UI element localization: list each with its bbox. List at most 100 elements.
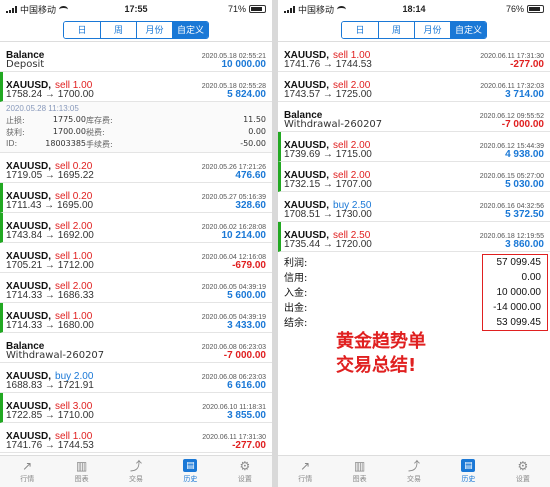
trade-row[interactable]: XAUUSD, sell 0.20 2020.05.27 05:16:39 1711.… [0, 183, 272, 213]
balance-description: Withdrawal-260207 [284, 119, 383, 130]
balance-row[interactable]: Balance 2020.06.12 09:55:52 Withdrawal-260… [278, 102, 550, 132]
tab-label: 设置 [515, 475, 530, 483]
price-range: 1741.76 → 1744.53 [6, 440, 94, 451]
profit-value: 3 714.00 [505, 89, 544, 100]
trade-row[interactable]: XAUUSD, sell 2.00 2020.06.15 05:27:00 1732.… [278, 162, 550, 192]
trade-row[interactable]: XAUUSD, sell 2.00 2020.06.05 04:39:19 1714.… [0, 273, 272, 303]
segment-3[interactable]: 自定义 [450, 21, 486, 38]
price-range: 1719.05 → 1695.22 [6, 170, 94, 181]
tab-trade[interactable]: ⤴ 交易 [109, 456, 163, 487]
balance-description: Withdrawal-260207 [6, 350, 105, 361]
history-list[interactable]: Balance 2020.05.18 02:55:21 Deposit 10 000.… [0, 42, 272, 455]
segment-2[interactable]: 月份 [414, 21, 450, 38]
row-body: 1711.43 → 1695.00 328.60 [6, 200, 266, 211]
trade-row[interactable]: XAUUSD, sell 1.00 2020.05.18 02:55:28 1758.… [0, 72, 272, 102]
tab-chart[interactable]: ▥ 图表 [332, 456, 386, 487]
segment-2[interactable]: 月份 [136, 21, 172, 38]
period-segment-bar: 日周月份 自定义 [0, 18, 272, 42]
detail-key: 手续费: [86, 140, 113, 149]
trade-row[interactable]: XAUUSD, sell 2.00 2020.06.02 16:28:08 1743.… [0, 213, 272, 243]
profit-value: -277.00 [232, 440, 266, 451]
row-header: XAUUSD, sell 0.20 2020.05.26 17:21:26 [6, 156, 266, 172]
summary-value-text: 0.00 [521, 272, 541, 283]
battery-percent: 76% [505, 4, 524, 14]
trade-row[interactable]: XAUUSD, sell 1.00 2020.06.11 17:31:30 1741.… [0, 423, 272, 453]
trade-row[interactable]: XAUUSD, sell 2.00 2020.06.12 15:44:39 1739.… [278, 132, 550, 162]
trade-row[interactable]: XAUUSD, sell 1.00 2020.06.04 12:16:08 1705.… [0, 243, 272, 273]
balance-row[interactable]: Balance 2020.05.18 02:55:21 Deposit 10 000.… [0, 42, 272, 72]
period-segment-bar: 日周月份 自定义 [278, 18, 550, 42]
segment-0[interactable]: 日 [342, 21, 378, 38]
row-header: XAUUSD, sell 2.00 2020.06.15 05:27:00 [284, 165, 544, 181]
row-header: XAUUSD, sell 3.00 2020.06.10 11:18:31 [6, 396, 266, 412]
tab-quotes[interactable]: ↗ 行情 [0, 456, 54, 487]
profit-value: 476.60 [235, 170, 266, 181]
status-bar: 中国移动 17:55 71% [0, 0, 272, 18]
balance-row[interactable]: Balance 2020.06.08 06:23:03 Withdrawal-260… [0, 333, 272, 363]
summary-label: 入金: [278, 284, 313, 299]
row-header: XAUUSD, sell 2.50 2020.06.18 12:19:55 [284, 225, 544, 241]
tab-chart[interactable]: ▥ 图表 [54, 456, 108, 487]
trade-row[interactable]: XAUUSD, sell 1.00 2020.06.11 17:31:30 1741.… [278, 42, 550, 72]
row-header: XAUUSD, sell 2.00 2020.06.12 15:44:39 [284, 135, 544, 151]
summary-label-text: 入金: [284, 288, 308, 299]
row-header: XAUUSD, sell 2.00 2020.06.11 17:32:03 [284, 75, 544, 91]
segment-1[interactable]: 周 [378, 21, 414, 38]
segment-3[interactable]: 自定义 [172, 21, 208, 38]
trade-row[interactable]: XAUUSD, sell 1.00 2020.06.05 04:39:19 1714.… [0, 303, 272, 333]
row-body: 1739.69 → 1715.00 4 938.00 [284, 149, 544, 160]
detail-key: 获利: [6, 128, 25, 137]
row-header: XAUUSD, sell 1.00 2020.05.18 02:55:28 [6, 75, 266, 91]
price-range: 1735.44 → 1720.00 [284, 239, 372, 250]
profit-value: -7 000.00 [223, 350, 266, 361]
segment-1[interactable]: 周 [100, 21, 136, 38]
trade-row[interactable]: XAUUSD, sell 2.50 2020.06.18 12:19:55 1735.… [278, 222, 550, 252]
tab-history[interactable]: ▤ 历史 [163, 456, 217, 487]
summary-value: 0.00 [483, 270, 547, 285]
trade-row[interactable]: XAUUSD, buy 2.50 2020.06.16 04:32:56 1708.5… [278, 192, 550, 222]
tab-settings[interactable]: ⚙ 设置 [218, 456, 272, 487]
summary-value: 10 000.00 [483, 285, 547, 300]
period-segmented-control: 日周月份 自定义 [341, 20, 487, 39]
price-range: 1714.33 → 1686.33 [6, 290, 94, 301]
segment-0[interactable]: 日 [64, 21, 100, 38]
tab-trade[interactable]: ⤴ 交易 [387, 456, 441, 487]
period-segmented-control: 日周月份 自定义 [63, 20, 209, 39]
detail-grid: 止损: 1775.00 库存费: 11.50 获利: 1700.00 税费: 0.00 ID: 1… [6, 115, 266, 150]
price-range: 1688.83 → 1721.91 [6, 380, 94, 391]
tab-history[interactable]: ▤ 历史 [441, 456, 495, 487]
tab-settings[interactable]: ⚙ 设置 [496, 456, 550, 487]
tab-quotes[interactable]: ↗ 行情 [278, 456, 332, 487]
profit-value: -679.00 [232, 260, 266, 271]
tab-label: 行情 [20, 475, 35, 483]
row-body: 1743.57 → 1725.00 3 714.00 [284, 89, 544, 100]
history-list[interactable]: XAUUSD, sell 1.00 2020.06.11 17:31:30 1741.… [278, 42, 550, 455]
summary-values-box: 57 099.45 0.00 10 000.00 -14 000.00 53 099.4… [482, 254, 548, 331]
trade-row[interactable]: XAUUSD, sell 3.00 2020.06.10 11:18:31 1722.… [0, 393, 272, 423]
row-body: 1688.83 → 1721.91 6 616.00 [6, 380, 266, 391]
row-body: 1743.84 → 1692.00 10 214.00 [6, 230, 266, 241]
phone-screen-left: 中国移动 17:55 71% 日周月份 自定义 Balance 2020.05.18… [0, 0, 272, 487]
history-icon: ▤ [461, 459, 476, 472]
status-time: 18:14 [402, 4, 426, 14]
price-range: 1758.24 → 1700.00 [6, 89, 94, 100]
status-bar: 中国移动 18:14 76% [278, 0, 550, 18]
detail-close-time: 2020.05.28 11:13:05 [6, 104, 79, 113]
profit-value: 6 616.00 [227, 380, 266, 391]
battery-percent: 71% [227, 4, 246, 14]
price-range: 1714.33 → 1680.00 [6, 320, 94, 331]
slogan-text: 黄金趋势单 交易总结! [336, 331, 426, 376]
price-range: 1708.51 → 1730.00 [284, 209, 372, 220]
battery-icon [249, 5, 266, 13]
profit-value: 5 600.00 [227, 290, 266, 301]
chart-icon: ▥ [75, 458, 88, 473]
trade-row[interactable]: XAUUSD, sell 0.20 2020.05.26 17:21:26 1719.… [0, 153, 272, 183]
tab-label: 图表 [352, 475, 367, 483]
trade-row[interactable]: XAUUSD, buy 2.00 2020.06.08 06:23:03 1688.8… [0, 363, 272, 393]
row-header: Balance 2020.06.12 09:55:52 [284, 105, 544, 121]
settings-icon: ⚙ [517, 458, 529, 473]
tab-label: 图表 [74, 475, 89, 483]
trade-row[interactable]: XAUUSD, sell 2.00 2020.06.11 17:32:03 1743.… [278, 72, 550, 102]
profit-value: 3 433.00 [227, 320, 266, 331]
summary-label: 利润: [278, 254, 313, 269]
